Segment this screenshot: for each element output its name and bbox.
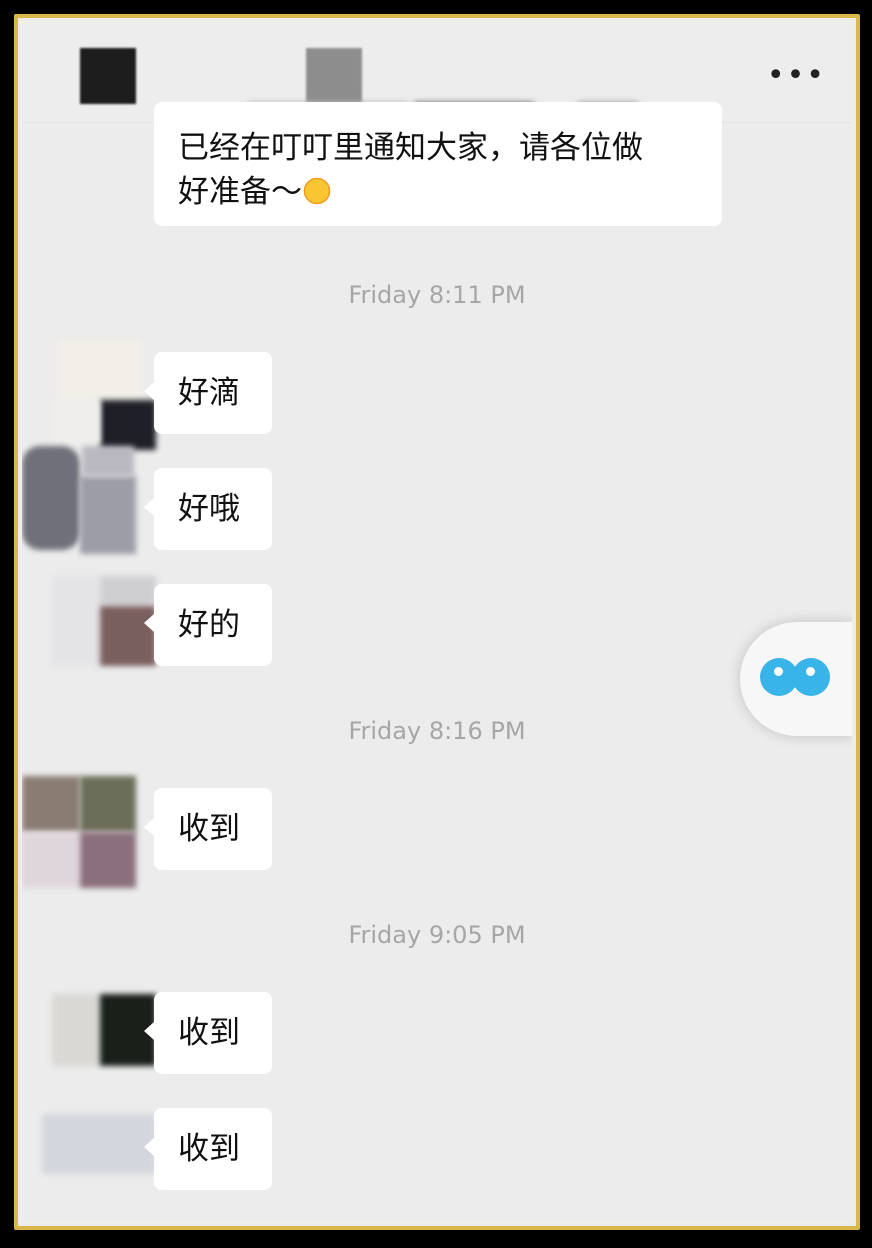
- message-bubble[interactable]: 好滴: [144, 352, 272, 434]
- timestamp: Friday 9:05 PM: [348, 921, 526, 949]
- screenshot-frame: ••• 已经在叮叮里通知大家，请各位做 好准备～ Friday 8:11 PM …: [14, 14, 860, 1230]
- message-text: 好的: [178, 607, 240, 643]
- message-bubble[interactable]: 收到: [144, 1108, 272, 1190]
- message-text: 收到: [178, 1015, 240, 1051]
- timestamp: Friday 8:16 PM: [348, 717, 526, 745]
- message-bubble[interactable]: 好的: [144, 584, 272, 666]
- avatar[interactable]: [42, 988, 156, 1098]
- avatar[interactable]: [22, 446, 136, 556]
- header-title-pixelated: [306, 48, 362, 104]
- message-text: 好准备～: [178, 174, 302, 210]
- message-text: 好哦: [178, 491, 240, 527]
- timestamp: Friday 8:11 PM: [348, 281, 526, 309]
- message-text: 好滴: [178, 375, 240, 411]
- chat-window: ••• 已经在叮叮里通知大家，请各位做 好准备～ Friday 8:11 PM …: [21, 21, 853, 1223]
- floating-assistant-button[interactable]: [740, 622, 852, 736]
- message-text-line2: 好准备～: [178, 170, 700, 214]
- message-bubble[interactable]: 已经在叮叮里通知大家，请各位做 好准备～: [154, 102, 722, 226]
- avatar[interactable]: [22, 776, 136, 888]
- message-bubble[interactable]: 好哦: [144, 468, 272, 550]
- more-options-button[interactable]: •••: [767, 61, 826, 91]
- assistant-mascot-icon: [792, 658, 830, 696]
- message-text: 已经在叮叮里通知大家，请各位做: [178, 130, 643, 166]
- header-avatar-pixelated: [80, 48, 136, 104]
- sun-emoji-icon: [302, 175, 332, 206]
- message-bubble[interactable]: 收到: [144, 788, 272, 870]
- message-text: 收到: [178, 811, 240, 847]
- avatar[interactable]: [42, 576, 156, 686]
- avatar[interactable]: [42, 340, 156, 450]
- avatar[interactable]: [42, 1104, 156, 1214]
- message-text: 收到: [178, 1131, 240, 1167]
- message-bubble[interactable]: 收到: [144, 992, 272, 1074]
